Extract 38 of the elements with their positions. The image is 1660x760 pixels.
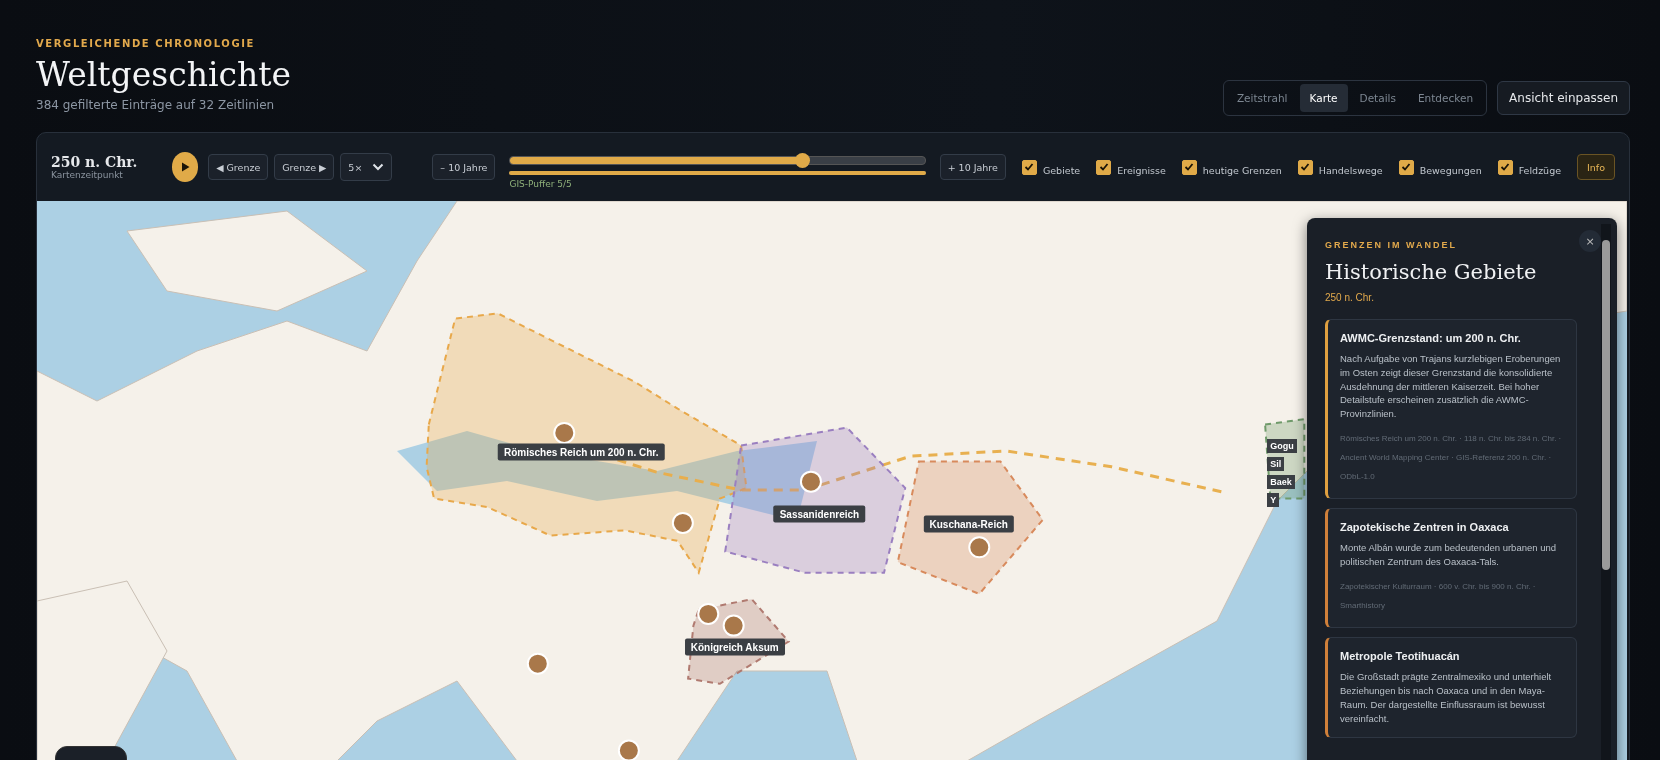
card-title: Zapotekische Zentren in Oaxaca <box>1340 521 1510 534</box>
card-text: Die Großstadt prägte Zentralmexiko und unterhielt Beziehungen bis nach Oaxaca und in den Maya-Raum. Der dargestellte Einflussraum ist bewusst vereinfacht. <box>1340 670 1553 726</box>
panel-title: Historische Gebiete <box>1325 260 1538 284</box>
layer-label: Bewegungen <box>1419 164 1482 176</box>
page-title: Weltgeschichte <box>36 55 291 94</box>
subtitle: 384 gefilterte Einträge auf 32 Zeitlinien <box>36 98 276 112</box>
layer-label: Handelswege <box>1318 164 1383 176</box>
info-button[interactable]: Info <box>1577 154 1615 180</box>
card-text: Monte Albán wurde zum bedeutenden urbanen und politischen Zentrum des Oaxaca-Tals. <box>1340 541 1558 569</box>
territory-label: Sassanidenreich <box>773 505 866 523</box>
fit-view-button[interactable]: Ansicht einpassen <box>1497 81 1630 115</box>
close-button[interactable]: × <box>1579 230 1601 252</box>
plus-ten-years-button[interactable]: + 10 Jahre <box>939 154 1006 180</box>
view-tab[interactable]: Details <box>1349 84 1406 112</box>
territory-label: Kuschana-Reich <box>923 515 1014 533</box>
view-tab[interactable]: Karte <box>1299 84 1348 112</box>
view-tab[interactable]: Entdecken <box>1407 84 1484 112</box>
territory-label: Königreich Aksum <box>684 638 785 656</box>
card-title: Metropole Teotihuacán <box>1340 650 1461 663</box>
layer-label: Gebiete <box>1042 164 1081 176</box>
minus-ten-years-button[interactable]: – 10 Jahre <box>432 154 496 180</box>
layer-label: Ereignisse <box>1117 164 1166 176</box>
view-tab[interactable]: Zeitstrahl <box>1226 84 1298 112</box>
buffer-caption: GIS-Puffer 5/5 <box>509 179 573 189</box>
layer-label: heutige Grenzen <box>1202 164 1282 176</box>
next-border-button[interactable]: Grenze ▶ <box>274 154 335 180</box>
map-time: 250 n. Chr. <box>51 154 139 170</box>
card-text: Nach Aufgabe von Trajans kurzlebigen Eroberungen im Osten zeigt dieser Grenzstand die konsolidierte Ausdehnung der mittleren Kaiserzeit. Bei hoher Detailstufe erscheinen zusätzlich die AWMC-Provinzlinien. <box>1340 352 1562 421</box>
eyebrow: VERGLEICHENDE CHRONOLOGIE <box>36 38 256 49</box>
panel-date: 250 n. Chr. <box>1325 292 1375 303</box>
territory-label: Römisches Reich um 200 n. Chr. <box>497 443 665 461</box>
card-title: AWMC-Grenzstand: um 200 n. Chr. <box>1340 332 1522 344</box>
map-time-caption: Kartenzeitpunkt <box>51 170 124 180</box>
territory-card[interactable]: Metropole Teotihuacán Die Großstadt prägte Zentralmexiko und unterhielt Beziehungen bis nach Oaxaca und in den Maya-Raum. Der dargestellte Einflussraum ist bewusst vereinfacht. <box>1325 637 1577 739</box>
layer-label: Feldzüge <box>1518 164 1561 176</box>
speed-select[interactable]: 5× <box>340 153 393 181</box>
previous-border-button[interactable]: ◀ Grenze <box>208 154 269 180</box>
panel-eyebrow: GRENZEN IM WANDEL <box>1325 240 1458 250</box>
